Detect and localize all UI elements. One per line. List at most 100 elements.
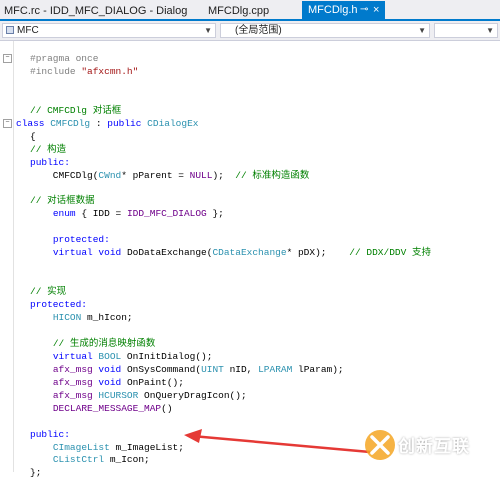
code-token: // CMFCDlg 对话框	[30, 104, 122, 116]
code-line[interactable]: #pragma once	[30, 52, 98, 65]
code-line[interactable]: enum { IDD = IDD_MFC_DIALOG };	[30, 207, 224, 220]
tab-mfcdlg-cpp[interactable]: MFCDlg.cpp	[208, 3, 269, 19]
code-token: "afxcmn.h"	[81, 65, 139, 77]
code-line[interactable]: public:	[30, 156, 70, 169]
code-token: // DDX/DDV 支持	[349, 247, 432, 259]
code-line[interactable]: protected:	[30, 233, 110, 246]
code-token: OnPaint();	[126, 376, 184, 388]
code-token: m_ImageList;	[109, 441, 184, 453]
code-token: };	[206, 208, 224, 220]
tab-label: MFCDlg.h	[308, 4, 358, 16]
chevron-down-icon: ▼	[204, 26, 212, 35]
code-token: CMFCDlg(	[30, 169, 99, 181]
code-line[interactable]: #include "afxcmn.h"	[30, 65, 138, 78]
project-dropdown-value: MFC	[17, 25, 39, 36]
code-token: enum	[52, 208, 76, 220]
code-token: protected:	[30, 299, 88, 311]
code-token: lParam);	[292, 363, 344, 375]
code-token: void	[98, 376, 127, 388]
code-line[interactable]: DECLARE_MESSAGE_MAP()	[30, 402, 173, 415]
code-line[interactable]: protected:	[30, 298, 87, 311]
fold-toggle-icon[interactable]: −	[3, 54, 12, 63]
code-token: afx_msg	[52, 363, 99, 375]
code-line[interactable]: // CMFCDlg 对话框	[30, 104, 121, 117]
document-tab-strip: MFC.rc - IDD_MFC_DIALOG - Dialog MFCDlg.…	[0, 0, 500, 21]
code-token: CDialogEx	[147, 117, 199, 129]
code-token: NULL	[189, 169, 213, 181]
code-line[interactable]: // 实现	[30, 285, 66, 298]
code-line[interactable]: // 生成的消息映射函数	[30, 337, 156, 350]
tab-mfcdlg-h[interactable]: MFCDlg.h ⊸ ×	[302, 1, 385, 19]
code-token: public:	[30, 428, 70, 440]
code-token: {	[30, 130, 36, 142]
tab-label: MFCDlg.cpp	[208, 5, 270, 17]
code-line[interactable]: CMFCDlg(CWnd* pParent = NULL); // 标准构造函数	[30, 169, 310, 182]
code-line[interactable]: // 对话框数据	[30, 194, 95, 207]
code-editor[interactable]: #pragma once − #include "afxcmn.h" // CMFCD…	[0, 41, 500, 478]
tab-mfc-rc-dialog[interactable]: MFC.rc - IDD_MFC_DIALOG - Dialog	[4, 3, 187, 19]
red-arrow-annotation	[184, 429, 371, 454]
code-line[interactable]: // 构造	[30, 143, 66, 156]
code-line[interactable]: };	[30, 466, 41, 479]
code-token: m_Icon;	[104, 454, 150, 466]
code-token: BOOL	[98, 350, 122, 362]
code-line[interactable]: public:	[30, 428, 70, 441]
code-token: // 标准构造函数	[235, 169, 310, 181]
chevron-down-icon: ▼	[418, 26, 426, 35]
code-line[interactable]: CImageList m_ImageList;	[30, 441, 184, 454]
code-line[interactable]: afx_msg void OnSysCommand(UINT nID, LPAR…	[30, 363, 344, 376]
code-token: CMFCDlg	[50, 117, 91, 129]
code-token: virtual void	[52, 247, 127, 259]
code-token: ()	[161, 402, 173, 414]
code-token: );	[212, 169, 236, 181]
code-line[interactable]: CListCtrl m_Icon;	[30, 453, 150, 466]
code-token: #include	[30, 65, 82, 77]
code-token: class	[16, 117, 51, 129]
pin-icon[interactable]: ⊸	[360, 1, 368, 19]
code-token: OnInitDialog();	[121, 350, 213, 362]
code-token: CDataExchange	[212, 247, 287, 259]
code-token: HCURSOR	[98, 389, 139, 401]
scope-dropdown-value: (全局范围)	[235, 25, 282, 36]
project-dropdown[interactable]: MFC ▼	[2, 23, 216, 38]
code-line[interactable]: class CMFCDlg : public CDialogEx	[16, 117, 198, 130]
code-token: DECLARE_MESSAGE_MAP	[52, 402, 162, 414]
code-token: };	[30, 467, 42, 479]
fold-toggle-icon[interactable]: −	[3, 118, 12, 128]
code-token: public:	[30, 156, 70, 168]
code-line[interactable]: virtual void DoDataExchange(CDataExchang…	[30, 246, 431, 259]
code-token: #pragma once	[30, 53, 99, 64]
code-token: CListCtrl	[52, 454, 105, 466]
code-line[interactable]: virtual BOOL OnInitDialog();	[30, 350, 213, 363]
code-token: // 对话框数据	[30, 195, 95, 207]
code-token: :	[90, 117, 108, 129]
close-icon[interactable]: ×	[373, 1, 379, 19]
code-token: * pParent =	[121, 169, 190, 181]
code-token: DoDataExchange(	[126, 247, 213, 259]
code-line[interactable]: afx_msg HCURSOR OnQueryDragIcon();	[30, 389, 247, 402]
member-dropdown[interactable]: ▼	[434, 23, 498, 38]
code-token: protected:	[52, 234, 110, 246]
code-token: * pDX);	[286, 247, 350, 259]
code-token: OnQueryDragIcon();	[138, 389, 247, 401]
tab-label: MFC.rc - IDD_MFC_DIALOG - Dialog	[4, 5, 188, 17]
code-token: IDD_MFC_DIALOG	[126, 208, 207, 220]
code-token: public	[107, 117, 148, 129]
code-line[interactable]: afx_msg void OnPaint();	[30, 376, 184, 389]
scope-dropdown[interactable]: (全局范围) ▼	[220, 23, 430, 38]
code-line[interactable]: {	[30, 130, 36, 143]
code-line[interactable]: HICON m_hIcon;	[30, 311, 133, 324]
code-token: HICON	[52, 312, 82, 323]
watermark-text: 创新互联	[398, 437, 470, 457]
